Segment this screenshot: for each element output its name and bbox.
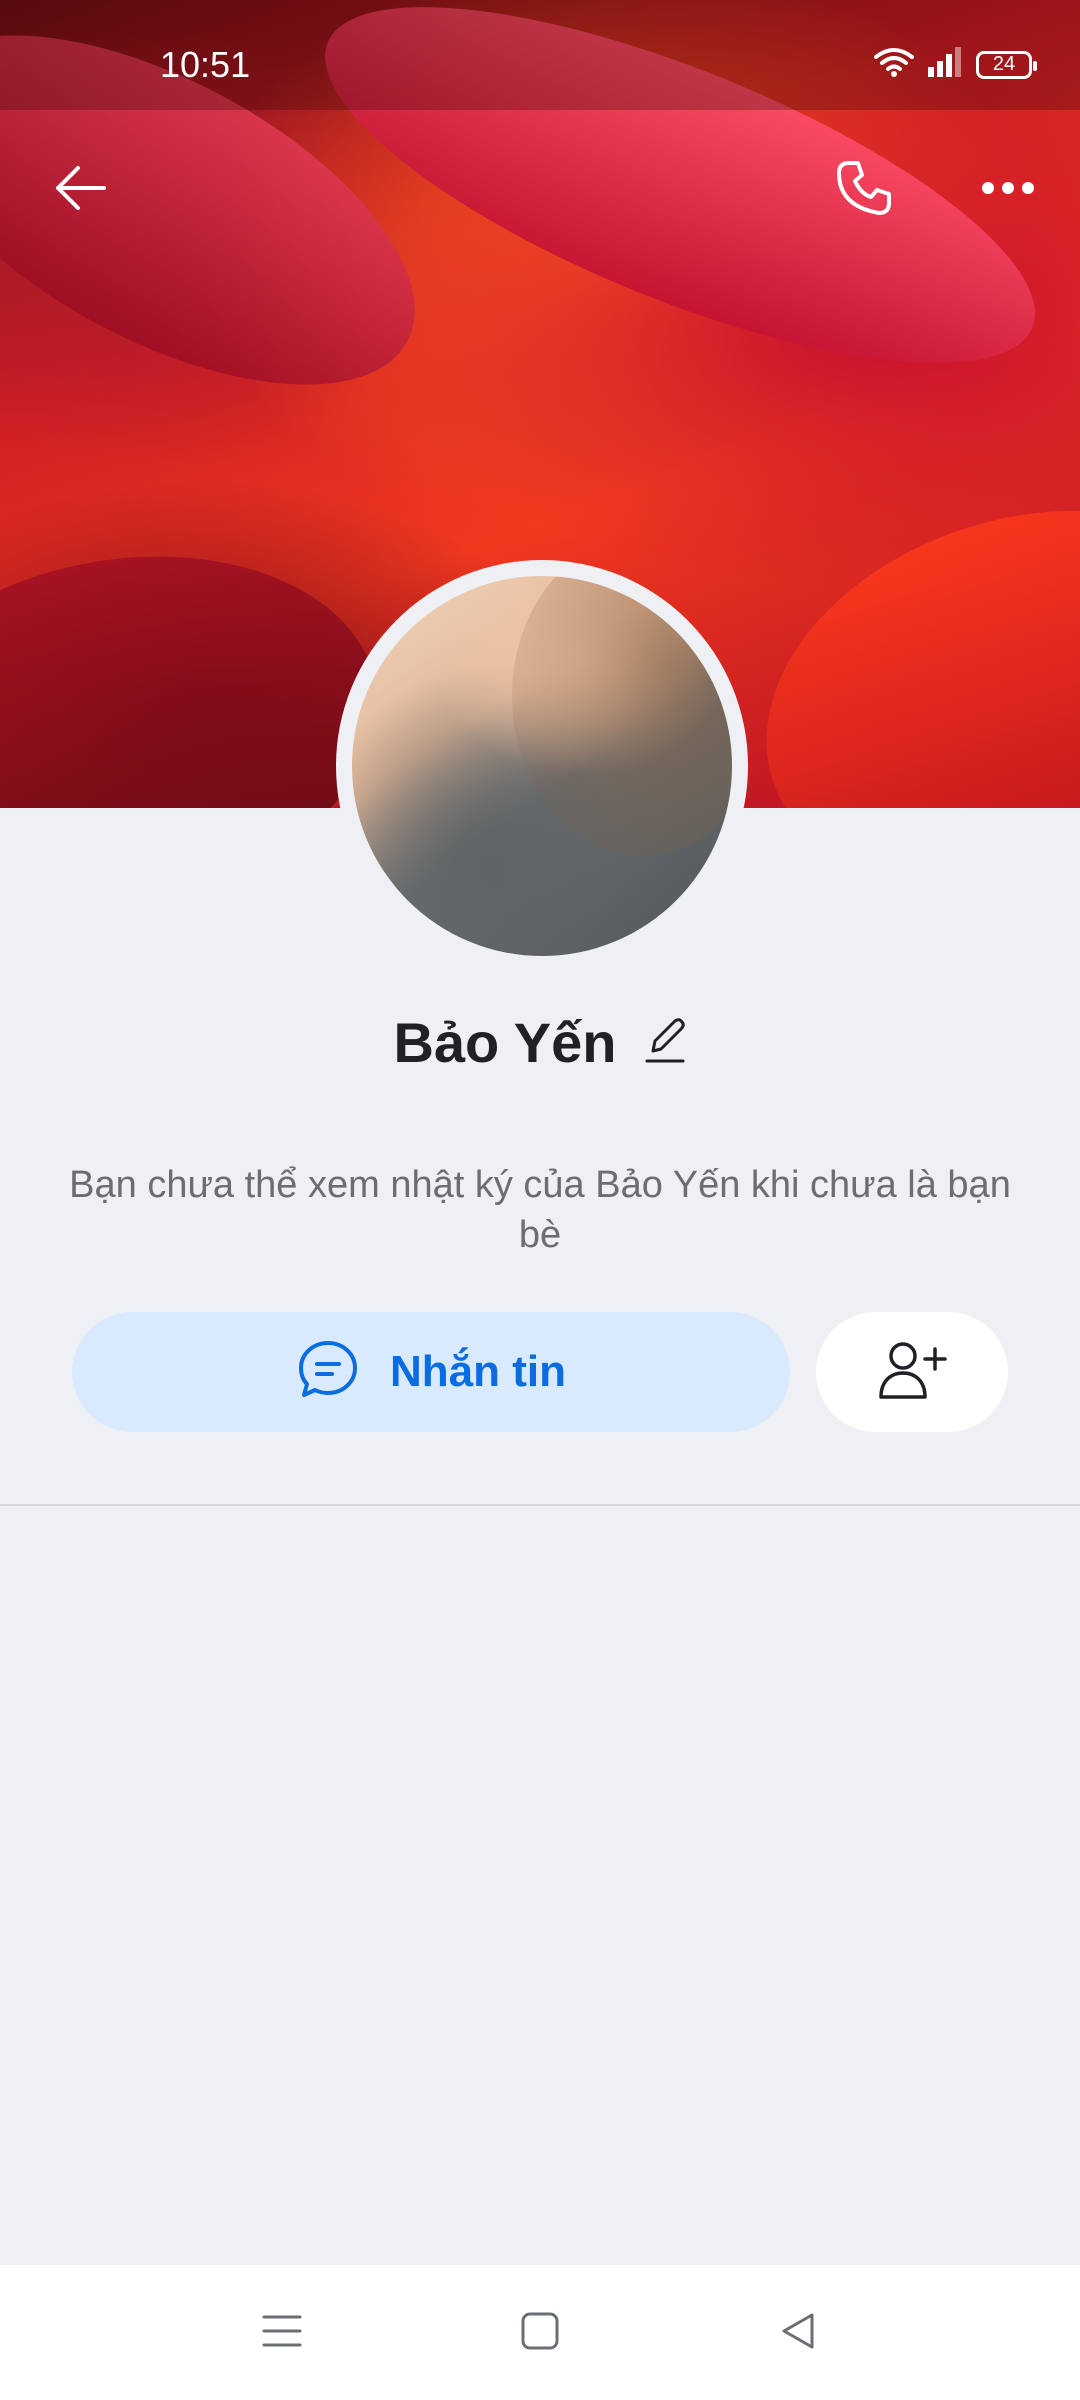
avatar-photo <box>352 576 732 956</box>
add-friend-button[interactable] <box>816 1312 1008 1432</box>
message-button[interactable]: Nhắn tin <box>72 1312 790 1432</box>
more-options-button[interactable] <box>968 150 1048 230</box>
back-button[interactable] <box>40 150 120 230</box>
nav-recents-button[interactable] <box>242 2293 322 2373</box>
status-bar: 10:51 24 <box>0 0 1080 110</box>
status-time: 10:51 <box>160 44 251 85</box>
nav-home-button[interactable] <box>500 2293 580 2373</box>
profile-name: Bảo Yến <box>393 1011 617 1074</box>
signal-icon <box>928 47 962 82</box>
avatar[interactable] <box>336 560 748 972</box>
call-button[interactable] <box>824 150 904 230</box>
home-square-icon <box>520 2311 560 2356</box>
arrow-left-icon <box>52 164 108 217</box>
pencil-icon[interactable] <box>643 1015 687 1070</box>
menu-icon <box>262 2313 302 2354</box>
nav-back-button[interactable] <box>758 2293 838 2373</box>
user-plus-icon <box>877 1339 947 1406</box>
more-horizontal-icon <box>982 181 1034 200</box>
wifi-icon <box>874 46 914 83</box>
profile-name-row: Bảo Yến <box>0 1010 1080 1075</box>
chat-bubble-icon <box>296 1338 360 1407</box>
back-triangle-icon <box>778 2311 818 2356</box>
section-divider <box>0 1504 1080 1506</box>
message-button-label: Nhắn tin <box>390 1347 566 1396</box>
system-nav-bar <box>0 2265 1080 2400</box>
cover-petal <box>717 448 1080 808</box>
phone-icon <box>834 158 894 223</box>
status-icons: 24 <box>874 46 1037 83</box>
battery-icon: 24 <box>976 50 1037 79</box>
privacy-notice: Bạn chưa thể xem nhật ký của Bảo Yến khi… <box>69 1164 1011 1256</box>
